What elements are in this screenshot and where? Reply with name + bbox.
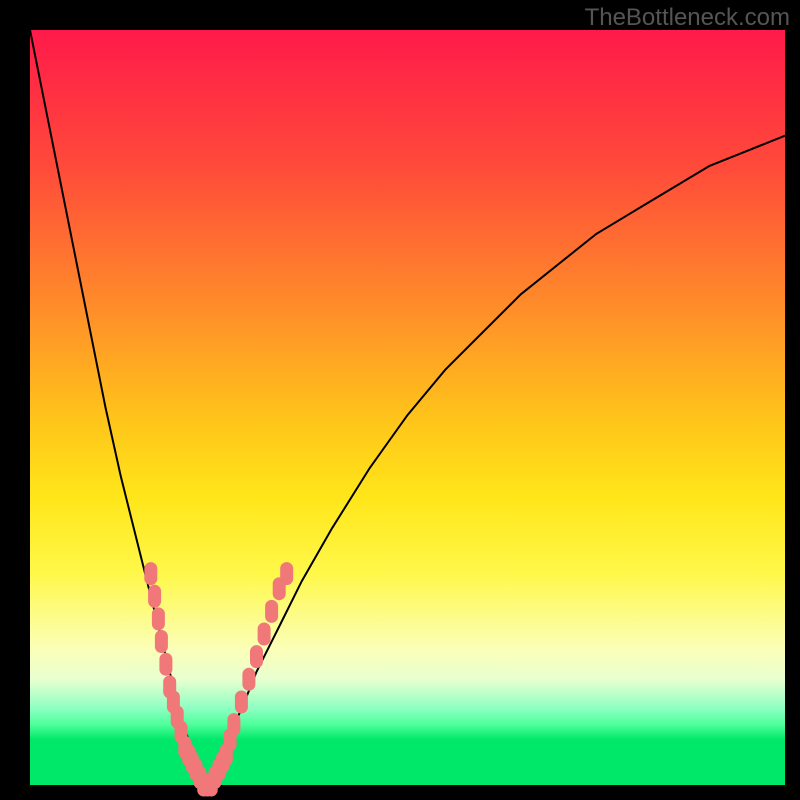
marker-point [152, 608, 164, 630]
marker-point [266, 600, 278, 622]
marker-point [149, 585, 161, 607]
marker-point [281, 563, 293, 585]
marker-point [145, 563, 157, 585]
marker-point [235, 691, 247, 713]
marker-point [251, 646, 263, 668]
plot-area [30, 30, 785, 785]
marker-point [155, 631, 167, 653]
curve-layer [30, 30, 785, 785]
marker-point [258, 623, 270, 645]
watermark-text: TheBottleneck.com [585, 4, 790, 32]
chart-frame: TheBottleneck.com [0, 0, 800, 800]
curve-right-branch [204, 136, 785, 785]
curve-left-branch [30, 30, 204, 785]
marker-point [228, 714, 240, 736]
marker-point [243, 668, 255, 690]
marker-point [160, 653, 172, 675]
marker-cluster [145, 563, 293, 796]
